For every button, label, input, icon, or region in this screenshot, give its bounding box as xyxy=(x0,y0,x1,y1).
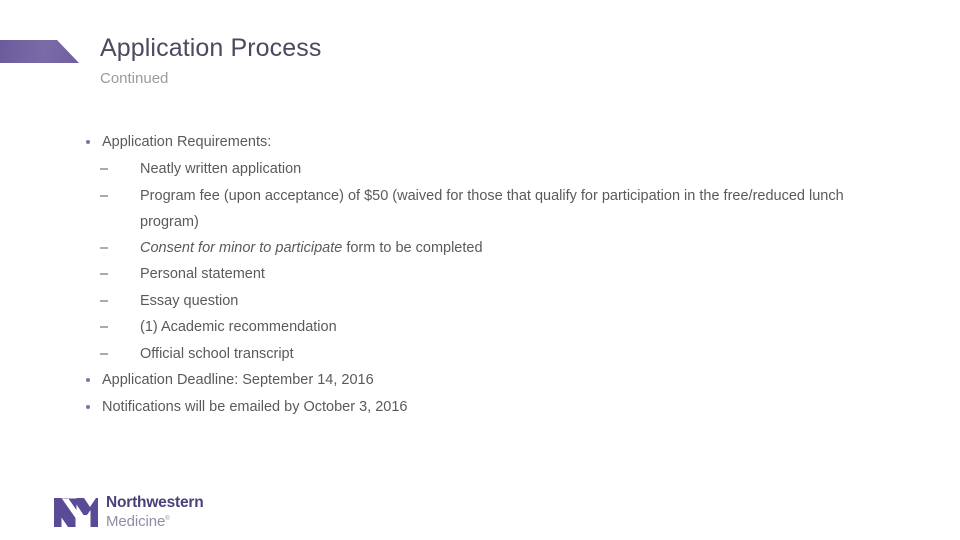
list-item: – (1) Academic recommendation xyxy=(84,314,884,341)
list-item-label: (1) Academic recommendation xyxy=(140,319,337,335)
list-item-label: Program fee (upon acceptance) of $50 (wa… xyxy=(140,187,844,230)
logo-word-medicine-text: Medicine xyxy=(106,512,166,530)
list-item-label: Essay question xyxy=(140,292,239,309)
list-item: – Program fee (upon acceptance) of $50 (… xyxy=(84,183,884,235)
list-item: Notifications will be emailed by October… xyxy=(84,394,884,421)
bullet-dash-icon: – xyxy=(100,292,109,309)
list-item-label: Neatly written application xyxy=(140,161,302,177)
list-item: Application Deadline: September 14, 2016 xyxy=(84,367,884,394)
accent-bar-decoration xyxy=(0,40,79,63)
bullet-dash-icon: – xyxy=(100,319,109,335)
bullet-dash-icon: – xyxy=(100,345,109,362)
list-item: – Neatly written application xyxy=(84,156,884,183)
page-subtitle: Continued xyxy=(100,70,169,87)
list-item-label: form to be completed xyxy=(342,239,483,256)
list-item-label: Application Deadline: September 14, 2016 xyxy=(102,372,374,388)
list-item: – Essay question xyxy=(84,288,884,315)
list-item-label: Official school transcript xyxy=(140,345,294,362)
northwestern-medicine-logo: Northwestern Medicine® xyxy=(54,493,204,530)
logo-word-medicine: Medicine® xyxy=(106,511,204,530)
bullet-dash-icon: – xyxy=(100,161,109,177)
list-item-label: Notifications will be emailed by October… xyxy=(102,399,408,415)
bullet-dot-icon xyxy=(86,378,90,382)
list-item-emphasis: Consent for minor to participate xyxy=(140,239,343,256)
title-block: Application Process Continued xyxy=(100,33,860,88)
nm-monogram-icon xyxy=(54,497,98,527)
bullet-dash-icon: – xyxy=(100,239,109,256)
bullet-list: Application Requirements: – Neatly writt… xyxy=(84,129,884,421)
logo-wordmark: Northwestern Medicine® xyxy=(106,493,204,530)
registered-trademark-icon: ® xyxy=(165,515,170,522)
list-item: – Personal statement xyxy=(84,261,884,288)
bullet-dash-icon: – xyxy=(100,187,109,204)
bullet-dot-icon xyxy=(86,405,90,409)
page-title: Application Process xyxy=(100,34,322,62)
bullet-dot-icon xyxy=(86,140,90,144)
slide-canvas: Application Process Continued Applicatio… xyxy=(0,0,960,540)
list-item-label: Personal statement xyxy=(140,266,265,282)
list-item: – Official school transcript xyxy=(84,341,884,368)
list-item: – Consent for minor to participate form … xyxy=(84,235,884,262)
logo-word-northwestern: Northwestern xyxy=(106,493,204,511)
list-item-label: Application Requirements: xyxy=(102,134,272,150)
list-item: Application Requirements: xyxy=(84,129,884,156)
bullet-dash-icon: – xyxy=(100,266,109,282)
